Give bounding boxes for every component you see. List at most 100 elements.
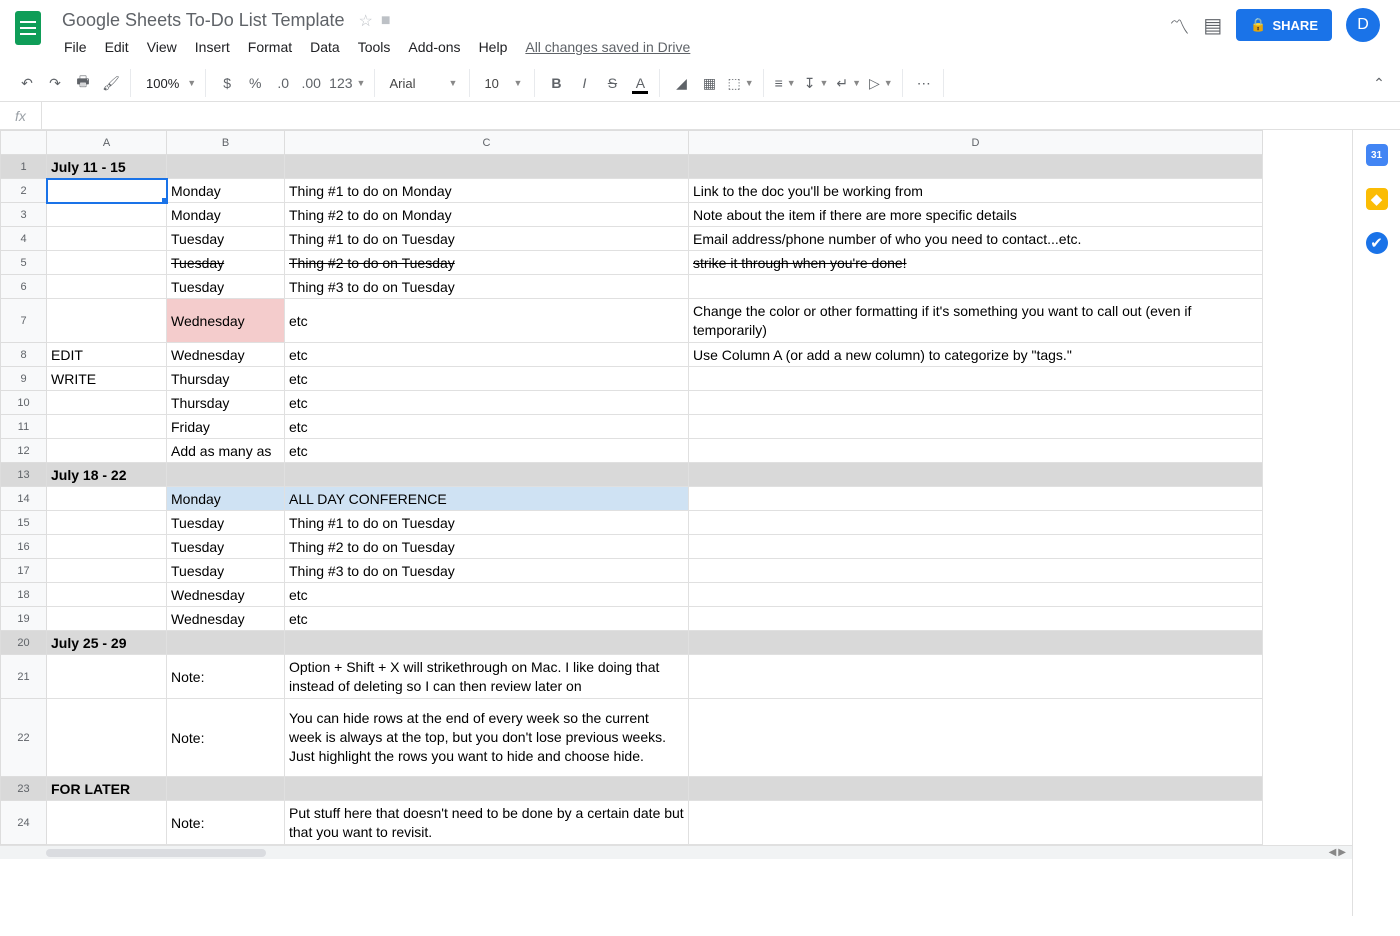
cell-D19[interactable] [689,607,1263,631]
cell-C17[interactable]: Thing #3 to do on Tuesday [285,559,689,583]
menu-format[interactable]: Format [240,35,300,59]
cell-D22[interactable] [689,699,1263,777]
cell-C6[interactable]: Thing #3 to do on Tuesday [285,275,689,299]
formula-input[interactable] [42,102,1400,129]
cell-C9[interactable]: etc [285,367,689,391]
cell-A16[interactable] [47,535,167,559]
cell-B19[interactable]: Wednesday [167,607,285,631]
cell-C5[interactable]: Thing #2 to do on Tuesday [285,251,689,275]
row-header[interactable]: 22 [1,699,47,777]
zoom-select[interactable]: 100%▼ [139,70,199,96]
cell-C15[interactable]: Thing #1 to do on Tuesday [285,511,689,535]
row-header[interactable]: 24 [1,801,47,845]
menu-add-ons[interactable]: Add-ons [400,35,468,59]
row-header[interactable]: 9 [1,367,47,391]
cell-A1[interactable]: July 11 - 15 [47,155,167,179]
cell-C1[interactable] [285,155,689,179]
move-folder-icon[interactable]: ■ [381,12,391,30]
menu-view[interactable]: View [139,35,185,59]
borders-button[interactable]: ▦ [696,70,722,96]
cell-A8[interactable]: EDIT [47,343,167,367]
menu-insert[interactable]: Insert [187,35,238,59]
cell-B14[interactable]: Monday [167,487,285,511]
cell-A21[interactable] [47,655,167,699]
cell-A17[interactable] [47,559,167,583]
row-header[interactable]: 20 [1,631,47,655]
calendar-icon[interactable]: 31 [1366,144,1388,166]
horizontal-scrollbar[interactable]: ◀▶ [0,845,1352,859]
horizontal-align-button[interactable]: ≡▼ [772,70,799,96]
cell-B9[interactable]: Thursday [167,367,285,391]
cell-C23[interactable] [285,777,689,801]
cell-B18[interactable]: Wednesday [167,583,285,607]
cell-A24[interactable] [47,801,167,845]
cell-B15[interactable]: Tuesday [167,511,285,535]
cell-D4[interactable]: Email address/phone number of who you ne… [689,227,1263,251]
row-header[interactable]: 4 [1,227,47,251]
keep-icon[interactable]: ◆ [1366,188,1388,210]
cell-A4[interactable] [47,227,167,251]
cell-D11[interactable] [689,415,1263,439]
cell-D24[interactable] [689,801,1263,845]
cell-D2[interactable]: Link to the doc you'll be working from [689,179,1263,203]
cell-A9[interactable]: WRITE [47,367,167,391]
number-format-select[interactable]: 123▼ [326,70,368,96]
row-header[interactable]: 11 [1,415,47,439]
cell-A12[interactable] [47,439,167,463]
cell-D21[interactable] [689,655,1263,699]
cell-B7[interactable]: Wednesday [167,299,285,343]
row-header[interactable]: 5 [1,251,47,275]
comments-icon[interactable]: ▤ [1203,13,1222,38]
cell-D23[interactable] [689,777,1263,801]
cell-C19[interactable]: etc [285,607,689,631]
cell-B22[interactable]: Note: [167,699,285,777]
share-button[interactable]: 🔒 SHARE [1236,9,1332,41]
row-header[interactable]: 1 [1,155,47,179]
cell-C4[interactable]: Thing #1 to do on Tuesday [285,227,689,251]
redo-button[interactable]: ↷ [42,70,68,96]
account-avatar[interactable]: D [1346,8,1380,42]
cell-C24[interactable]: Put stuff here that doesn't need to be d… [285,801,689,845]
cell-C10[interactable]: etc [285,391,689,415]
cell-A2[interactable] [47,179,167,203]
font-family-select[interactable]: Arial▼ [383,70,463,96]
menu-file[interactable]: File [56,35,95,59]
cell-D20[interactable] [689,631,1263,655]
column-header-A[interactable]: A [47,131,167,155]
cell-C11[interactable]: etc [285,415,689,439]
more-button[interactable]: ⋯ [911,70,937,96]
decrease-decimal-button[interactable]: .0 [270,70,296,96]
cell-C2[interactable]: Thing #1 to do on Monday [285,179,689,203]
scroll-right-icon[interactable]: ▶ [1338,847,1346,858]
text-rotation-button[interactable]: ▷▼ [866,70,896,96]
cell-B6[interactable]: Tuesday [167,275,285,299]
cell-B4[interactable]: Tuesday [167,227,285,251]
cell-D9[interactable] [689,367,1263,391]
cell-C16[interactable]: Thing #2 to do on Tuesday [285,535,689,559]
cell-D17[interactable] [689,559,1263,583]
cell-D18[interactable] [689,583,1263,607]
row-header[interactable]: 10 [1,391,47,415]
row-header[interactable]: 17 [1,559,47,583]
cell-C12[interactable]: etc [285,439,689,463]
collapse-toolbar-button[interactable]: ⌃ [1366,70,1392,96]
cell-A18[interactable] [47,583,167,607]
menu-tools[interactable]: Tools [350,35,399,59]
cell-B3[interactable]: Monday [167,203,285,227]
cell-A7[interactable] [47,299,167,343]
row-header[interactable]: 19 [1,607,47,631]
row-header[interactable]: 7 [1,299,47,343]
cell-A14[interactable] [47,487,167,511]
cell-C22[interactable]: You can hide rows at the end of every we… [285,699,689,777]
cell-D3[interactable]: Note about the item if there are more sp… [689,203,1263,227]
column-header-B[interactable]: B [167,131,285,155]
cell-D8[interactable]: Use Column A (or add a new column) to ca… [689,343,1263,367]
cell-A5[interactable] [47,251,167,275]
cell-B5[interactable]: Tuesday [167,251,285,275]
cell-B8[interactable]: Wednesday [167,343,285,367]
percent-button[interactable]: % [242,70,268,96]
row-header[interactable]: 8 [1,343,47,367]
cell-A11[interactable] [47,415,167,439]
cell-C21[interactable]: Option + Shift + X will strikethrough on… [285,655,689,699]
cell-D6[interactable] [689,275,1263,299]
